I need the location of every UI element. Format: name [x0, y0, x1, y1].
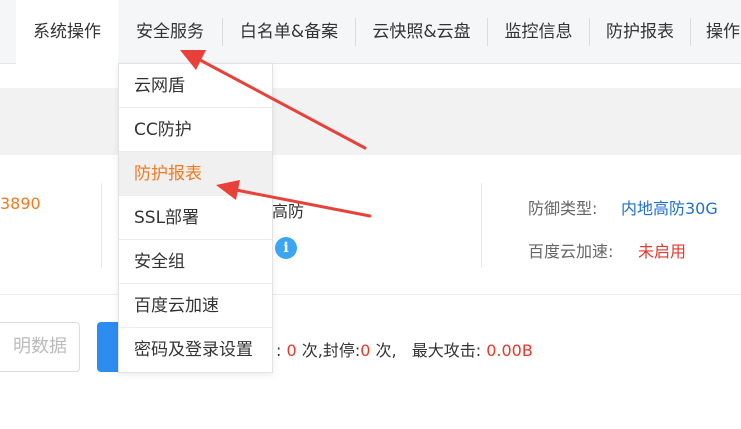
instance-number-partial: 3890	[0, 194, 41, 213]
block-count-suffix: 次,	[375, 341, 397, 360]
menu-item-protection-report[interactable]: 防护报表	[119, 152, 272, 196]
max-attack-label: 最大攻击:	[411, 341, 482, 360]
date-filter-input[interactable]: 明数据	[0, 322, 80, 372]
menu-item-password-login[interactable]: 密码及登录设置	[119, 328, 272, 372]
tab-monitoring-info[interactable]: 监控信息	[488, 0, 589, 64]
tab-snapshot-disk[interactable]: 云快照&云盘	[356, 0, 487, 64]
column-divider	[481, 183, 482, 268]
menu-item-baidu-accel[interactable]: 百度云加速	[119, 284, 272, 328]
security-services-dropdown: 云网盾 CC防护 防护报表 SSL部署 安全组 百度云加速 密码及登录设置	[118, 63, 273, 373]
tab-system-operations[interactable]: 系统操作	[16, 0, 118, 65]
block-count: 0	[360, 341, 371, 360]
info-icon[interactable]: i	[275, 237, 297, 259]
baidu-accel-value: 未启用	[638, 242, 687, 261]
stats-colon: :	[276, 341, 282, 360]
max-attack-value: 0.00B	[486, 341, 533, 360]
top-nav: 系统操作 安全服务 白名单&备案 云快照&云盘 监控信息 防护报表 操作	[0, 0, 741, 65]
tab-security-services[interactable]: 安全服务	[118, 0, 222, 64]
column-divider	[101, 183, 102, 268]
tab-protection-report[interactable]: 防护报表	[590, 0, 690, 64]
tab-whitelist-filing[interactable]: 白名单&备案	[223, 0, 355, 64]
menu-item-cloud-shield[interactable]: 云网盾	[119, 64, 272, 108]
defense-type-value[interactable]: 内地高防30G	[621, 195, 718, 219]
attack-count: 0	[286, 341, 297, 360]
instance-info-panel	[0, 155, 741, 295]
baidu-accel-label: 百度云加速:	[528, 242, 614, 261]
defense-type-label: 防御类型:	[528, 199, 598, 218]
menu-item-cc-protection[interactable]: CC防护	[119, 108, 272, 152]
menu-item-security-group[interactable]: 安全组	[119, 240, 272, 284]
attack-count-suffix: 次,封停:	[301, 341, 361, 360]
tab-operations-partial[interactable]: 操作	[691, 0, 741, 64]
section-header-band	[0, 88, 741, 155]
menu-item-ssl-deploy[interactable]: SSL部署	[119, 196, 272, 240]
instance-type-partial: 高防	[272, 202, 305, 221]
stats-line: : 0 次,封停:0 次, 最大攻击: 0.00B	[276, 337, 533, 361]
